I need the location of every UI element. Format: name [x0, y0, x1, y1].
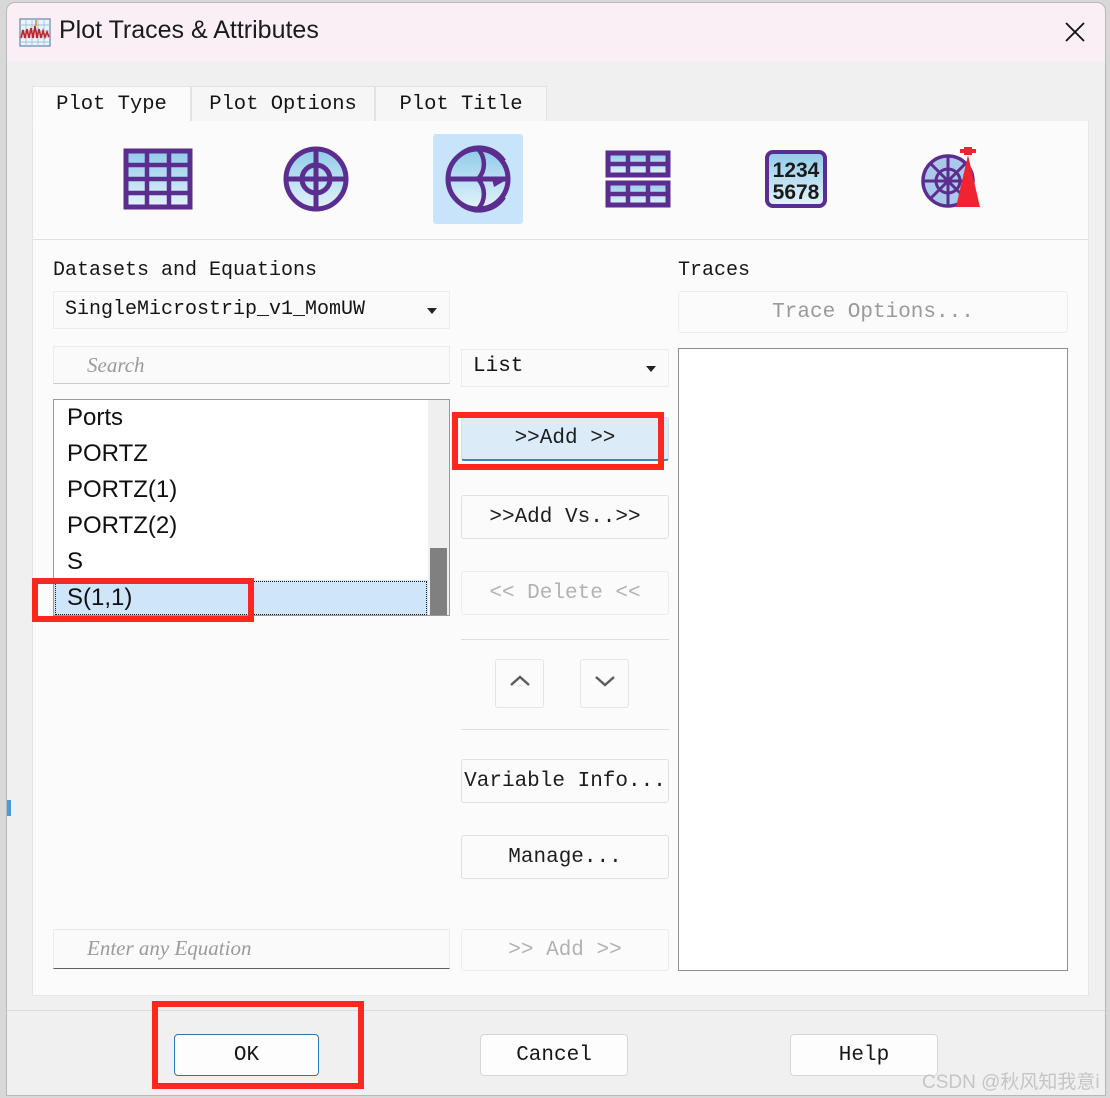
numeric-data-icon[interactable]: 1234 5678: [751, 134, 841, 224]
cancel-button[interactable]: Cancel: [480, 1034, 628, 1076]
traces-label: Traces: [678, 259, 751, 282]
dataset-selected-value: SingleMicrostrip_v1_MomUW: [65, 298, 366, 321]
tab-plot-options[interactable]: Plot Options: [191, 86, 375, 122]
trace-options-button[interactable]: Trace Options...: [678, 291, 1068, 333]
antenna-plot-icon[interactable]: [907, 134, 997, 224]
title-bar: Plot Traces & Attributes: [7, 3, 1105, 61]
svg-text:1234: 1234: [773, 159, 820, 182]
scrollbar-thumb[interactable]: [430, 548, 447, 615]
add-vs-button[interactable]: >>Add Vs..>>: [461, 495, 669, 539]
search-placeholder: Search: [87, 353, 145, 377]
move-down-button[interactable]: [580, 659, 629, 708]
traces-listbox[interactable]: [678, 348, 1068, 971]
list-item[interactable]: Ports: [54, 400, 428, 436]
svg-text:5678: 5678: [773, 181, 820, 204]
list-mode-value: List: [473, 355, 524, 378]
dialog-window: Plot Traces & Attributes Plot Type Plot …: [6, 2, 1106, 1096]
move-up-button[interactable]: [495, 659, 544, 708]
help-button[interactable]: Help: [790, 1034, 938, 1076]
datasets-label: Datasets and Equations: [53, 259, 318, 282]
list-item[interactable]: PORTZ(2): [54, 508, 428, 544]
plot-waveform-icon: [19, 17, 51, 49]
variables-list: Ports PORTZ PORTZ(1) PORTZ(2) S S(1,1) S…: [54, 400, 428, 615]
chevron-up-icon: [507, 673, 533, 694]
list-item-selected[interactable]: S(1,1): [54, 580, 428, 615]
tab-plot-title[interactable]: Plot Title: [375, 86, 547, 122]
variables-listbox[interactable]: Ports PORTZ PORTZ(1) PORTZ(2) S S(1,1) S…: [53, 399, 450, 616]
plot-type-panel: 1234 5678 Datasets and Equations SingleM…: [32, 121, 1089, 996]
equation-placeholder: Enter any Equation: [87, 936, 252, 960]
chevron-down-icon: [646, 366, 656, 372]
close-icon[interactable]: [1045, 3, 1105, 61]
equation-input[interactable]: Enter any Equation: [53, 929, 450, 969]
rectangular-plot-icon[interactable]: [113, 134, 203, 224]
list-table-icon[interactable]: [593, 134, 683, 224]
delete-button[interactable]: << Delete <<: [461, 571, 669, 615]
list-item[interactable]: PORTZ: [54, 436, 428, 472]
list-item[interactable]: S: [54, 544, 428, 580]
list-mode-select[interactable]: List: [461, 349, 669, 387]
add-button[interactable]: >>Add >>: [461, 417, 669, 461]
manage-button[interactable]: Manage...: [461, 835, 669, 879]
divider: [461, 729, 669, 730]
search-input[interactable]: Search: [53, 346, 450, 384]
window-title: Plot Traces & Attributes: [59, 16, 319, 44]
ok-button[interactable]: OK: [174, 1034, 319, 1076]
dataset-select[interactable]: SingleMicrostrip_v1_MomUW: [53, 291, 450, 329]
tab-plot-type[interactable]: Plot Type: [32, 86, 191, 122]
smith-chart-icon[interactable]: [433, 134, 523, 224]
variable-info-button[interactable]: Variable Info...: [461, 759, 669, 803]
watermark: CSDN @秋风知我意i: [922, 1072, 1100, 1093]
chevron-down-icon: [427, 308, 437, 314]
divider: [461, 639, 669, 640]
add-equation-button[interactable]: >> Add >>: [461, 929, 669, 971]
tab-strip: Plot Type Plot Options Plot Title: [7, 61, 1105, 122]
list-item[interactable]: PORTZ(1): [54, 472, 428, 508]
chevron-down-icon: [592, 673, 618, 694]
scrollbar-track[interactable]: [428, 400, 449, 615]
polar-plot-icon[interactable]: [271, 134, 361, 224]
edge-artifact: [7, 800, 11, 816]
plot-type-icon-row: 1234 5678: [33, 121, 1088, 240]
